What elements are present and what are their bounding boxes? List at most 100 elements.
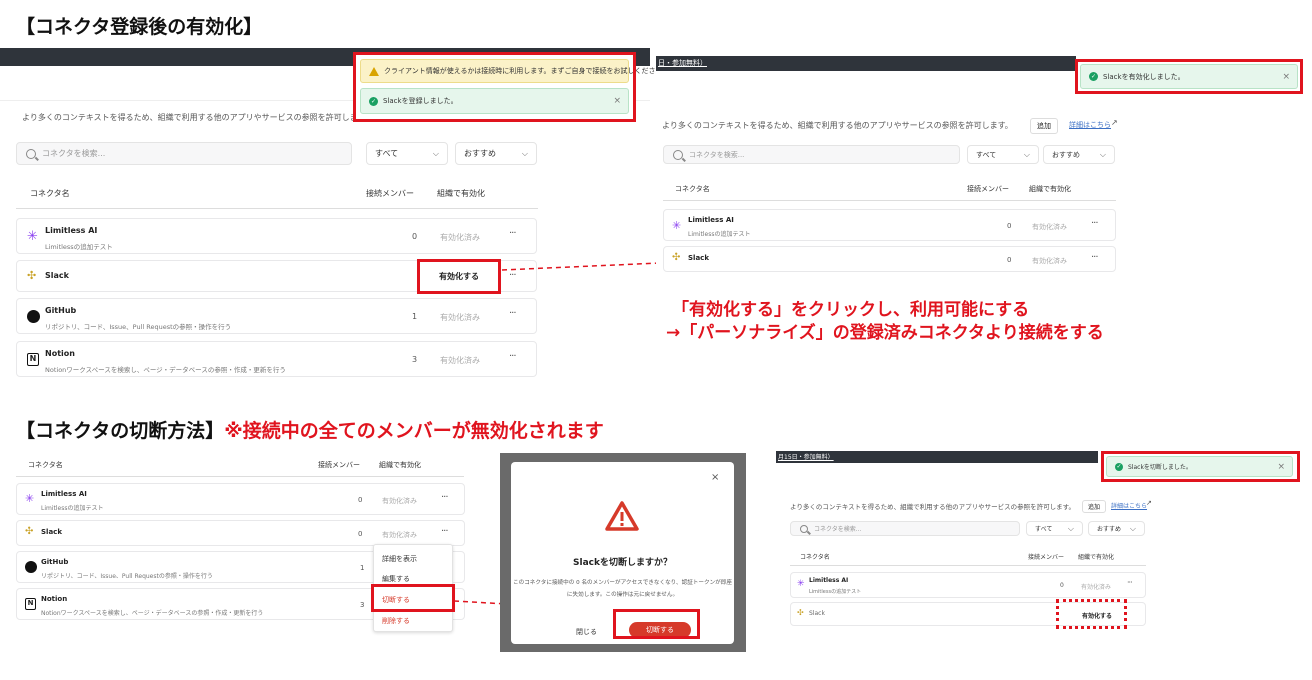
table-row[interactable]: ✣ Slack 0 有効化済み ··· bbox=[663, 246, 1116, 272]
menu-item-details[interactable]: 詳細を表示 bbox=[382, 554, 417, 564]
col-name: コネクタ名 bbox=[675, 185, 710, 193]
col-name: コネクタ名 bbox=[800, 554, 830, 561]
table-row[interactable]: ✳ Limitless AI Limitlessの追加テスト 0 有効化済み ·… bbox=[16, 483, 465, 515]
annotation-line2: →「パーソナライズ」の登録済みコネクタより接続をする bbox=[666, 323, 1104, 343]
slack-icon: ✣ bbox=[672, 252, 681, 263]
chevron-down-icon: ⌵ bbox=[1099, 149, 1106, 159]
highlight-box bbox=[353, 52, 636, 122]
add-button[interactable]: 追加 bbox=[1082, 500, 1107, 513]
filter-recommended-select[interactable]: おすすめ ⌵ bbox=[1088, 521, 1145, 536]
menu-item-delete[interactable]: 削除する bbox=[382, 616, 410, 626]
table-row[interactable]: ✳ Limitless AI Limitlessの追加テスト 0 有効化済み ·… bbox=[16, 218, 537, 254]
panel-connector-list: コネクタ名 接続メンバー 組織で有効化 ✳ Limitless AI Limit… bbox=[14, 452, 466, 642]
dialog-body-line1: このコネクタに接続中の 0 名のメンバーがアクセスできなくなり、認証トークンが即… bbox=[513, 580, 732, 586]
more-icon[interactable]: ··· bbox=[441, 492, 448, 503]
slack-icon: ✣ bbox=[27, 269, 37, 282]
filter-recommended-select[interactable]: おすすめ ⌵ bbox=[455, 142, 537, 165]
description: より多くのコンテキストを得るため、組織で利用する他のアプリやサービスの参照を許可… bbox=[790, 503, 1076, 511]
menu-item-edit[interactable]: 編集する bbox=[382, 574, 410, 584]
banner-link[interactable]: 月15日・参加無料） bbox=[778, 452, 834, 461]
filter-all-select[interactable]: すべて ⌵ bbox=[967, 145, 1039, 164]
highlight-box bbox=[417, 259, 501, 294]
top-bar: 日・参加無料） bbox=[656, 56, 1076, 71]
details-link[interactable]: 詳細はこちら bbox=[1111, 501, 1147, 510]
connector-desc: Limitlessの追加テスト bbox=[809, 589, 862, 595]
more-icon[interactable]: ··· bbox=[1091, 252, 1098, 263]
member-count: 1 bbox=[360, 564, 365, 572]
cancel-button[interactable]: 閉じる bbox=[576, 627, 597, 637]
dashed-arrow bbox=[501, 259, 667, 271]
search-icon bbox=[800, 524, 808, 533]
chevron-down-icon: ⌵ bbox=[521, 148, 528, 158]
chevron-down-icon: ⌵ bbox=[432, 148, 439, 158]
table-row[interactable]: ✣ Slack 0 有効化済み ··· bbox=[16, 520, 465, 546]
highlight-box bbox=[371, 584, 455, 612]
member-count: 0 bbox=[1007, 256, 1012, 264]
highlight-box-dotted bbox=[1056, 599, 1127, 629]
chevron-down-icon: ⌵ bbox=[1023, 149, 1030, 159]
status-enabled: 有効化済み bbox=[440, 356, 480, 365]
table-row[interactable]: N Notion Notionワークスペースを検索し、ページ・データベースの参照… bbox=[16, 341, 537, 377]
external-link-icon: ↗ bbox=[1111, 118, 1118, 127]
limitless-icon: ✳ bbox=[27, 229, 38, 244]
col-name: コネクタ名 bbox=[28, 461, 63, 469]
member-count: 0 bbox=[412, 232, 418, 241]
more-icon[interactable]: ··· bbox=[1091, 218, 1098, 229]
highlight-box bbox=[1101, 451, 1300, 482]
more-icon[interactable]: ··· bbox=[509, 228, 516, 239]
status-enabled: 有効化済み bbox=[1032, 223, 1067, 231]
connector-desc: リポジトリ、コード、Issue、Pull Requestの参照・操作を行う bbox=[45, 323, 232, 331]
connector-name: GitHub bbox=[45, 306, 77, 315]
search-input[interactable]: コネクタを検索... bbox=[663, 145, 960, 164]
filter-all-select[interactable]: すべて ⌵ bbox=[1026, 521, 1083, 536]
more-icon[interactable]: ··· bbox=[509, 308, 516, 319]
filter-all-select[interactable]: すべて ⌵ bbox=[366, 142, 448, 165]
details-link[interactable]: 詳細はこちら bbox=[1069, 120, 1111, 130]
filter-recommended-select[interactable]: おすすめ ⌵ bbox=[1043, 145, 1115, 164]
more-icon[interactable]: ··· bbox=[441, 526, 448, 537]
limitless-icon: ✳ bbox=[672, 219, 682, 232]
section2-title: 【コネクタの切断方法】※接続中の全てのメンバーが無効化されます bbox=[16, 416, 604, 443]
member-count: 0 bbox=[358, 496, 363, 504]
dialog-body-line2: に失効します。この操作は元に戻せません。 bbox=[566, 592, 679, 598]
search-icon bbox=[26, 148, 36, 159]
connector-name: Slack bbox=[41, 528, 62, 536]
search-input[interactable]: コネクタを検索... bbox=[790, 521, 1020, 536]
more-icon[interactable]: ··· bbox=[1127, 578, 1133, 587]
connector-name: Limitless AI bbox=[688, 216, 734, 224]
description: より多くのコンテキストを得るため、組織で利用する他のアプリやサービスの参照を許可… bbox=[22, 113, 373, 122]
connector-desc: Limitlessの追加テスト bbox=[45, 243, 113, 251]
member-count: 3 bbox=[360, 601, 365, 609]
notion-icon: N bbox=[27, 353, 39, 366]
member-count: 3 bbox=[412, 355, 418, 364]
section1-title: 【コネクタ登録後の有効化】 bbox=[16, 16, 263, 38]
warning-icon bbox=[605, 501, 639, 531]
connector-name: Limitless AI bbox=[41, 490, 87, 498]
annotation-line1: 「有効化する」をクリックし、利用可能にする bbox=[672, 300, 1030, 320]
col-org: 組織で有効化 bbox=[1078, 554, 1115, 561]
col-members: 接続メンバー bbox=[967, 185, 1009, 193]
col-org: 組織で有効化 bbox=[1029, 185, 1071, 193]
table-row[interactable]: GitHub リポジトリ、コード、Issue、Pull Requestの参照・操… bbox=[16, 298, 537, 334]
top-bar: 月15日・参加無料） bbox=[776, 451, 1098, 463]
limitless-icon: ✳ bbox=[797, 579, 805, 589]
add-button[interactable]: 追加 bbox=[1030, 118, 1058, 134]
connector-desc: Limitlessの追加テスト bbox=[688, 231, 751, 238]
connector-name: Slack bbox=[809, 610, 825, 617]
table-row[interactable]: ✳ Limitless AI Limitlessの追加テスト 0 有効化済み ·… bbox=[790, 572, 1146, 598]
col-members: 接続メンバー bbox=[366, 189, 414, 198]
connector-desc: Limitlessの追加テスト bbox=[41, 505, 104, 512]
table-row[interactable]: ✳ Limitless AI Limitlessの追加テスト 0 有効化済み ·… bbox=[663, 209, 1116, 241]
section2-title-main: 【コネクタの切断方法】 bbox=[16, 420, 225, 442]
connector-name: Limitless AI bbox=[809, 577, 849, 584]
chevron-down-icon: ⌵ bbox=[1129, 523, 1136, 533]
slack-icon: ✣ bbox=[25, 526, 34, 537]
highlight-box bbox=[613, 609, 700, 639]
search-input[interactable]: コネクタを検索... bbox=[16, 142, 352, 165]
close-icon[interactable]: × bbox=[711, 472, 719, 483]
status-enabled: 有効化済み bbox=[382, 497, 417, 505]
status-enabled: 有効化済み bbox=[1032, 257, 1067, 265]
banner-link[interactable]: 日・参加無料） bbox=[658, 58, 707, 68]
more-icon[interactable]: ··· bbox=[509, 351, 516, 362]
connector-name: Notion bbox=[45, 349, 75, 358]
